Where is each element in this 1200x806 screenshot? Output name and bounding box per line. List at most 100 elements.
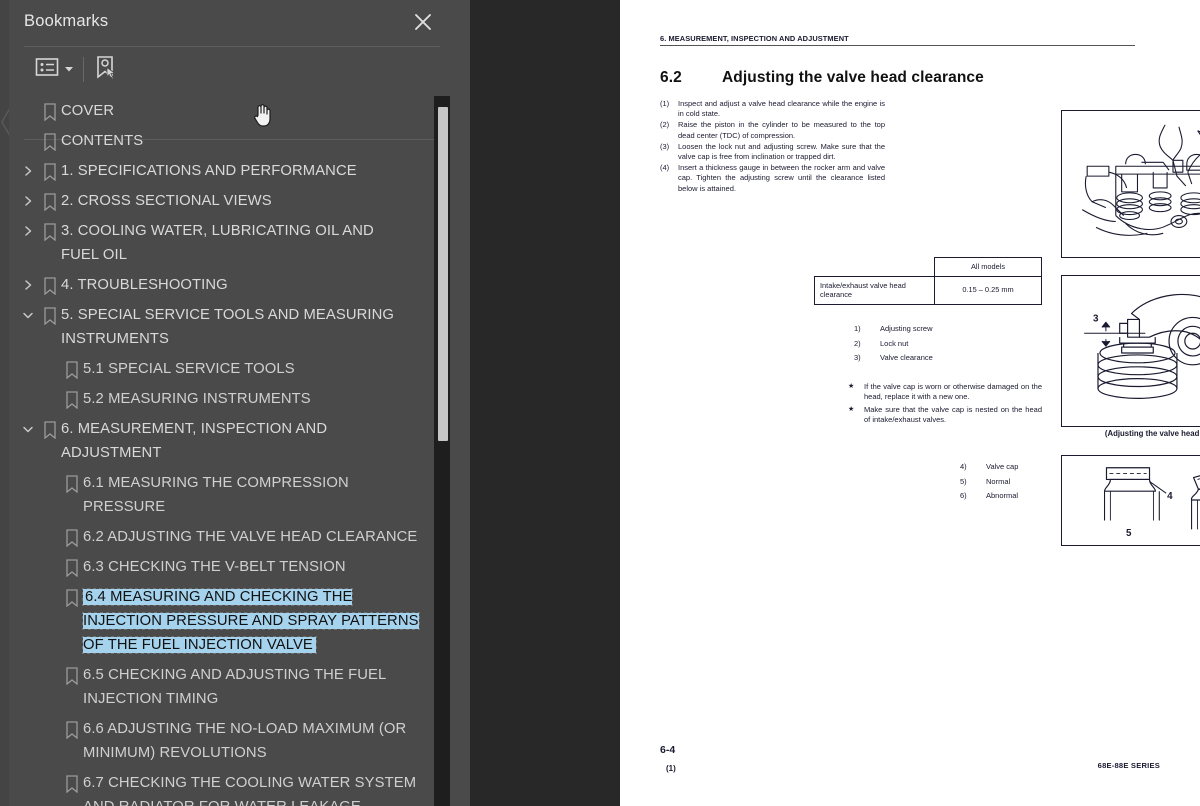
instruction-steps: (1) Inspect and adjust a valve head clear…: [660, 99, 885, 195]
bookmark-item[interactable]: COVER: [9, 96, 434, 126]
bookmark-item[interactable]: 6.5 CHECKING AND ADJUSTING THE FUEL INJE…: [9, 660, 434, 714]
page-number-sub: (1): [666, 764, 676, 773]
bookmark-label: 6.2 ADJUSTING THE VALVE HEAD CLEARANCE: [83, 529, 418, 545]
bookmark-tree[interactable]: COVER CONTENTS 1. SPECIFICATIONS AND PERFO…: [9, 96, 434, 806]
bookmark-item[interactable]: 6.2 ADJUSTING THE VALVE HEAD CLEARANCE: [9, 522, 434, 552]
bookmark-icon: [61, 359, 83, 381]
table-row-value: 0.15 – 0.25 mm: [934, 275, 1042, 305]
running-head-rule: [660, 45, 1135, 47]
caution-note: ★ If the valve cap is worn or otherwise d…: [848, 382, 1042, 403]
step-text: Raise the piston in the cylinder to be m…: [678, 120, 885, 140]
figure-rocker-arm: 1 2 3 YE0046: [1061, 275, 1200, 427]
step-number: (2): [660, 120, 670, 130]
caution-notes: ★ If the valve cap is worn or otherwise d…: [848, 382, 1042, 428]
bookmark-label: 3. COOLING WATER, LUBRICATING OIL AND FU…: [61, 223, 374, 263]
new-bookmark-button[interactable]: [93, 54, 117, 84]
legend-number: 4): [960, 462, 967, 471]
step-number: (1): [660, 99, 670, 108]
bookmark-item[interactable]: 6.3 CHECKING THE V-BELT TENSION: [9, 552, 434, 582]
bookmark-item[interactable]: 5. SPECIAL SERVICE TOOLS AND MEASURING I…: [9, 300, 434, 354]
instruction-step: (4) Insert a thickness gauge in between t…: [660, 163, 885, 194]
section-title: Adjusting the valve head clearance: [722, 69, 984, 86]
bookmark-label: 5. SPECIAL SERVICE TOOLS AND MEASURING I…: [61, 307, 395, 347]
step-text: Insert a thickness gauge in between the …: [678, 163, 885, 193]
chevron-down-icon[interactable]: [17, 304, 39, 326]
document-viewer[interactable]: 6. MEASUREMENT, INSPECTION AND ADJUSTMEN…: [470, 0, 1200, 806]
bookmark-icon: [61, 473, 83, 495]
new-bookmark-icon: [93, 55, 117, 84]
legend-upper: 1) Adjusting screw 2) Lock nut 3) Valve clear…: [854, 322, 1044, 366]
figure-valve-caps: 4 5 6 YE0047: [1061, 455, 1200, 546]
bookmark-item[interactable]: CONTENTS: [9, 126, 434, 156]
svg-text:3: 3: [1093, 313, 1099, 324]
table-row: All models: [814, 257, 1042, 277]
chevron-right-icon[interactable]: [17, 274, 39, 296]
running-head-text: 6. MEASUREMENT, INSPECTION AND ADJUSTMEN…: [660, 34, 849, 43]
bookmark-item[interactable]: 6. MEASUREMENT, INSPECTION AND ADJUSTMEN…: [9, 414, 434, 468]
legend-number: 2): [854, 338, 861, 348]
panel-divider[interactable]: [450, 0, 913, 806]
bookmark-item[interactable]: 3. COOLING WATER, LUBRICATING OIL AND FU…: [9, 216, 434, 270]
toolbar-separator: [83, 57, 84, 82]
bookmark-label: 6.3 CHECKING THE V-BELT TENSION: [83, 559, 346, 575]
bookmark-icon: [39, 419, 61, 441]
bookmark-item[interactable]: 6.6 ADJUSTING THE NO-LOAD MAXIMUM (OR MI…: [9, 714, 434, 768]
step-number: (3): [660, 141, 670, 151]
bookmark-icon: [61, 587, 83, 609]
legend-number: 6): [960, 491, 967, 500]
star-icon: ★: [848, 383, 855, 390]
bookmark-label: COVER: [61, 103, 115, 119]
bookmark-icon: [39, 305, 61, 327]
close-icon[interactable]: [412, 11, 434, 33]
bookmark-label: 6.4 MEASURING AND CHECKING THE INJECTION…: [82, 588, 420, 654]
bookmark-icon: [61, 527, 83, 549]
step-text: Inspect and adjust a valve head clearanc…: [678, 99, 885, 119]
clearance-spec-table: All models Intake/exhaust valve head cle…: [814, 257, 1042, 305]
series-label: 68E-88E SERIES: [1097, 761, 1160, 770]
list-options-button[interactable]: [35, 54, 74, 84]
bookmark-label: 6.6 ADJUSTING THE NO-LOAD MAXIMUM (OR MI…: [83, 721, 407, 761]
bookmarks-header: Bookmarks: [9, 0, 450, 47]
bookmark-icon: [39, 161, 61, 183]
legend-text: Adjusting screw: [880, 324, 933, 333]
step-number: (4): [660, 163, 670, 173]
page-footer-left: 6-4 (1): [660, 740, 676, 776]
running-head: 6. MEASUREMENT, INSPECTION AND ADJUSTMEN…: [660, 34, 1135, 47]
bookmark-item[interactable]: 6.4 MEASURING AND CHECKING THE INJECTION…: [9, 582, 434, 660]
bookmarks-scrollbar-thumb[interactable]: [438, 107, 448, 441]
bookmark-item[interactable]: 1. SPECIFICATIONS AND PERFORMANCE: [9, 156, 434, 186]
bookmark-icon: [61, 665, 83, 687]
bookmark-item[interactable]: 6.7 CHECKING THE COOLING WATER SYSTEM AN…: [9, 768, 434, 806]
chevron-down-icon[interactable]: [17, 418, 39, 440]
table-header-blank: [814, 257, 935, 277]
bookmark-label: 6. MEASUREMENT, INSPECTION AND ADJUSTMEN…: [61, 421, 328, 461]
bookmark-icon: [39, 131, 61, 153]
bookmark-item[interactable]: 4. TROUBLESHOOTING: [9, 270, 434, 300]
page-number: 6-4: [660, 744, 676, 756]
bookmark-item[interactable]: 5.1 SPECIAL SERVICE TOOLS: [9, 354, 434, 384]
legend-number: 3): [854, 353, 861, 362]
bookmark-item[interactable]: 2. CROSS SECTIONAL VIEWS: [9, 186, 434, 216]
table-header-value: All models: [934, 257, 1042, 277]
note-text: Make sure that the valve cap is nested o…: [864, 404, 1042, 425]
section-number: 6.2: [660, 69, 682, 86]
star-icon: ★: [848, 405, 855, 413]
legend-text: Normal: [986, 476, 1011, 486]
figure-valve-train: YE0045: [1061, 110, 1200, 258]
bookmark-item[interactable]: 5.2 MEASURING INSTRUMENTS: [9, 384, 434, 414]
bookmark-icon: [39, 221, 61, 243]
instruction-step: (3) Loosen the lock nut and adjusting scr…: [660, 142, 885, 162]
bookmarks-panel: Bookmarks COVER CONTENTS 1. SPECIFICATIO…: [9, 0, 452, 806]
bookmark-item[interactable]: 6.1 MEASURING THE COMPRESSION PRESSURE: [9, 468, 434, 522]
legend-item: 3) Valve clearance: [854, 351, 1044, 366]
legend-item: 1) Adjusting screw: [854, 322, 1044, 337]
bookmark-label: 4. TROUBLESHOOTING: [61, 277, 228, 293]
bookmark-label: 6.1 MEASURING THE COMPRESSION PRESSURE: [83, 475, 349, 515]
chevron-down-icon: [64, 60, 74, 78]
chevron-right-icon[interactable]: [17, 220, 39, 242]
chevron-right-icon[interactable]: [17, 160, 39, 182]
panel-title: Bookmarks: [24, 12, 109, 30]
bookmark-icon: [61, 557, 83, 579]
table-row-label: Intake/exhaust valve head clearance: [814, 275, 935, 305]
chevron-right-icon[interactable]: [17, 190, 39, 212]
